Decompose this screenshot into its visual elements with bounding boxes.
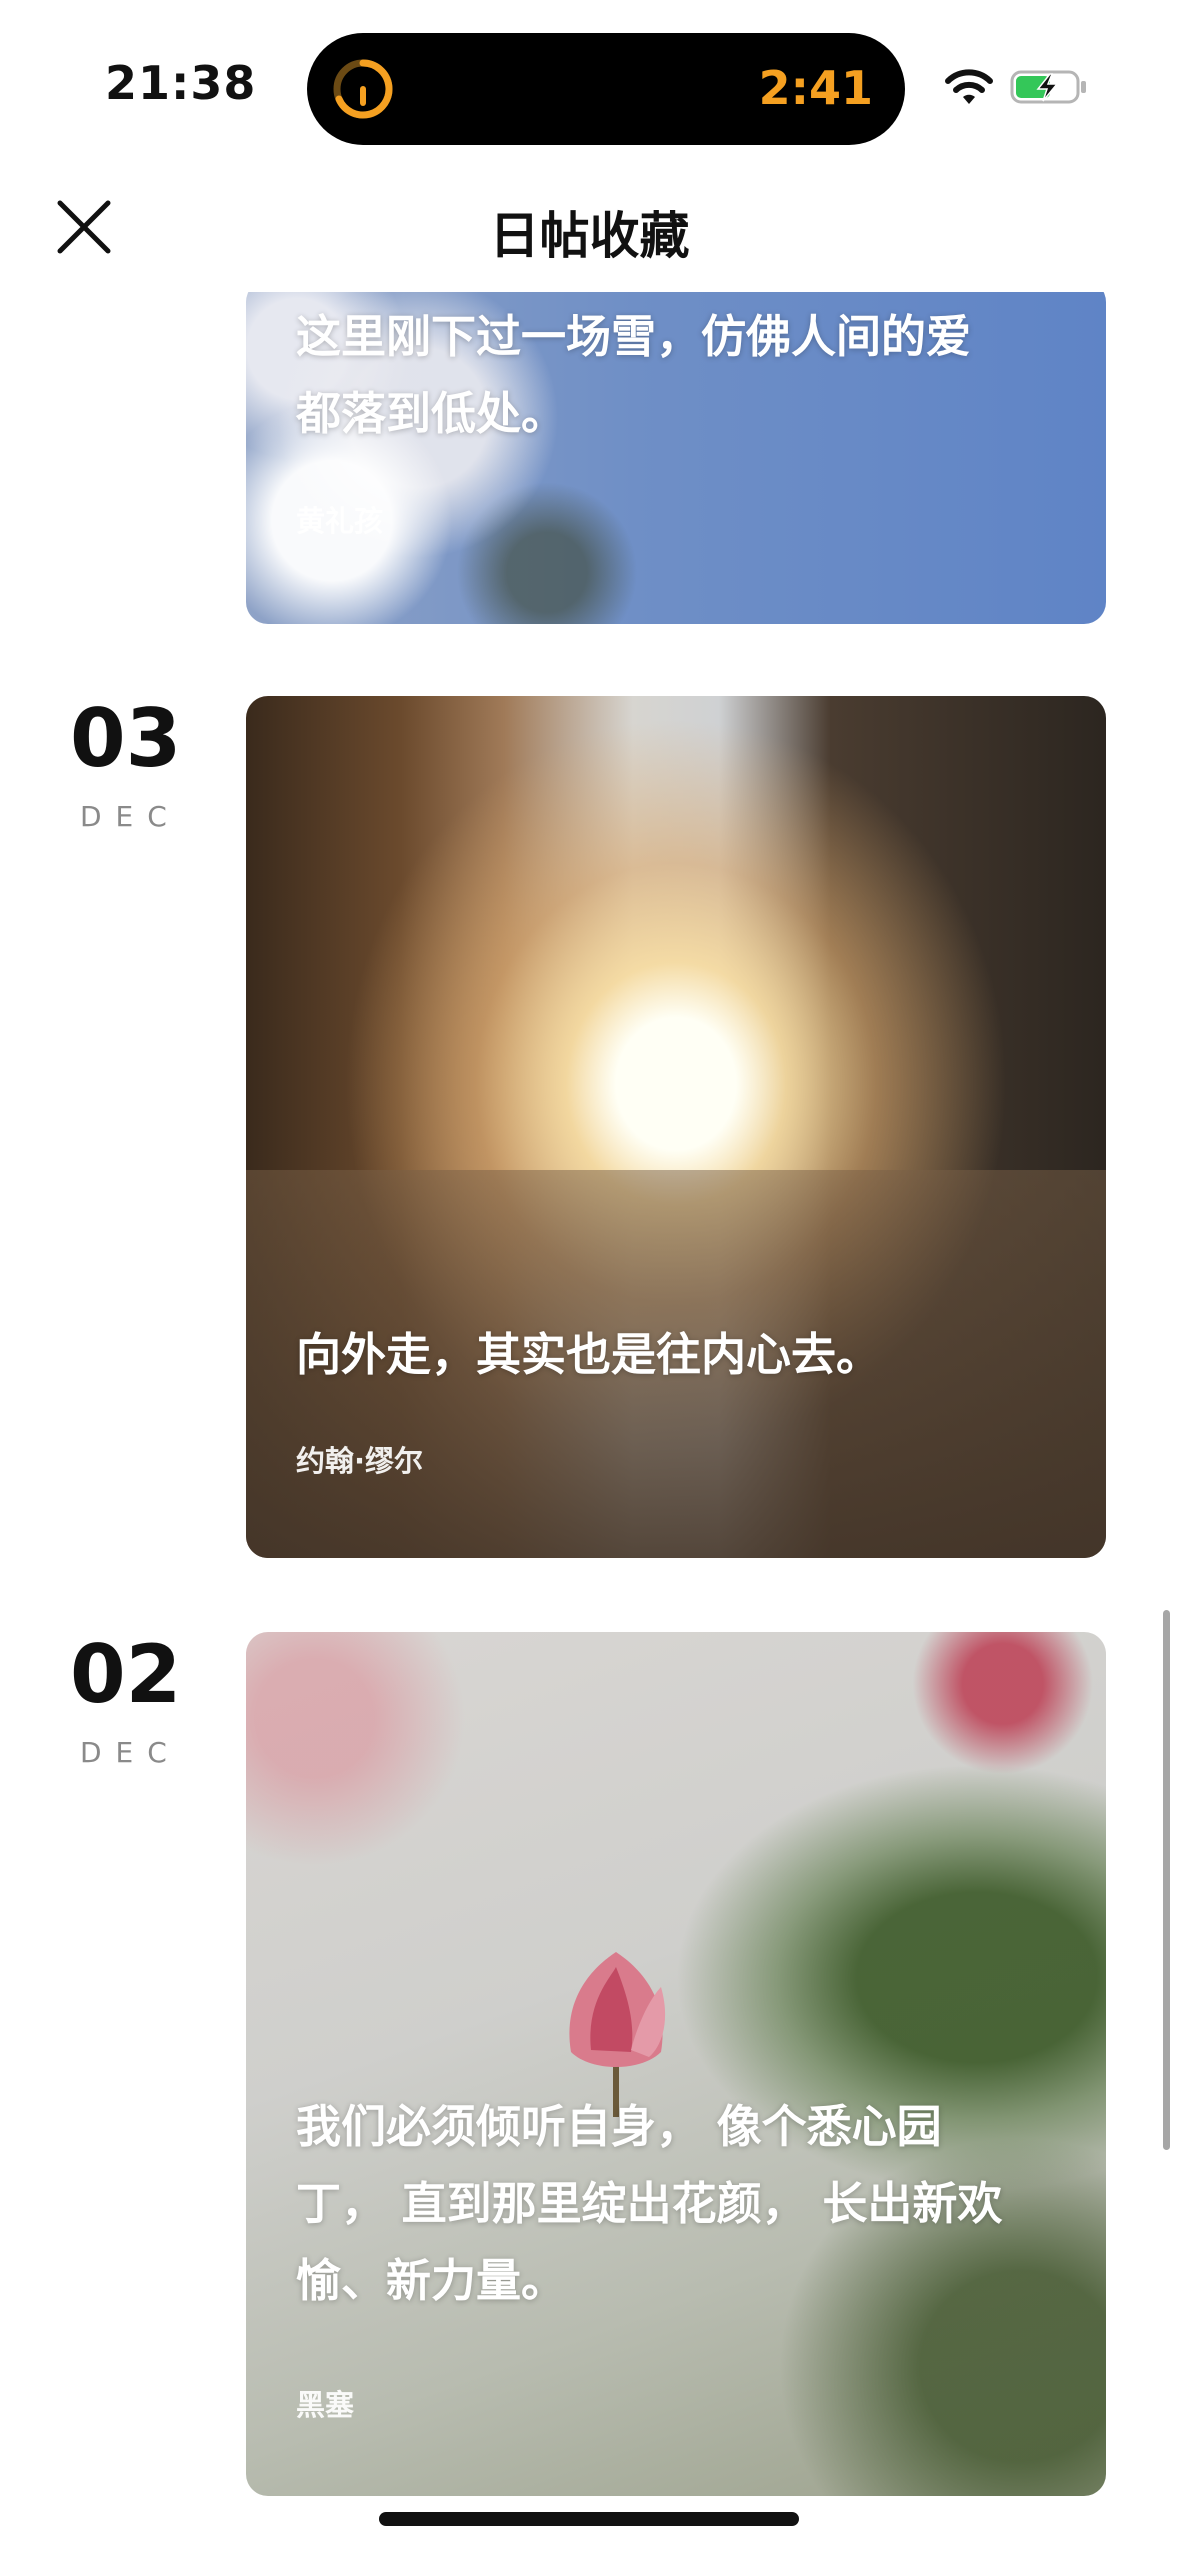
wifi-icon <box>945 69 993 104</box>
quote-author: 黄礼孩 <box>296 504 384 538</box>
quote-card[interactable]: 我们必须倾听自身， 像个悉心园 丁， 直到那里绽出花颜， 长出新欢 愉、新力量。… <box>246 1632 1106 2496</box>
quote-card[interactable]: 向外走，其实也是往内心去。 约翰·缪尔 <box>246 696 1106 1558</box>
scrollbar[interactable] <box>1163 1610 1170 2150</box>
timer-ring-icon <box>333 59 393 119</box>
collection-list[interactable]: 这里刚下过一场雪，仿佛人间的爱 都落到低处。 黄礼孩 03 DEC 向外走，其实… <box>0 292 1179 2556</box>
battery-charging-icon <box>1010 70 1086 104</box>
entry-day: 03 <box>70 692 182 785</box>
quote-author: 约翰·缪尔 <box>296 1444 424 1478</box>
entry-month: DEC <box>80 800 181 833</box>
quote-card[interactable]: 这里刚下过一场雪，仿佛人间的爱 都落到低处。 黄礼孩 <box>246 292 1106 624</box>
dynamic-island[interactable]: 2:41 <box>307 33 905 145</box>
screen: 21:38 2:41 日帖收藏 这里刚下过一场雪，仿佛人间的爱 都落到低处。 黄… <box>0 0 1179 2556</box>
live-activity-timer: 2:41 <box>758 61 873 115</box>
quote-text: 这里刚下过一场雪，仿佛人间的爱 都落到低处。 <box>296 310 972 440</box>
status-time: 21:38 <box>105 56 257 110</box>
entry-day: 02 <box>70 1628 182 1721</box>
page-title: 日帖收藏 <box>489 207 690 265</box>
home-indicator[interactable] <box>379 2512 799 2526</box>
quote-text: 向外走，其实也是往内心去。 <box>296 1328 882 1381</box>
quote-text: 我们必须倾听自身， 像个悉心园 丁， 直到那里绽出花颜， 长出新欢 愉、新力量。 <box>296 2100 1003 2307</box>
quote-author: 黑塞 <box>296 2388 355 2422</box>
entry-month: DEC <box>80 1736 181 1769</box>
